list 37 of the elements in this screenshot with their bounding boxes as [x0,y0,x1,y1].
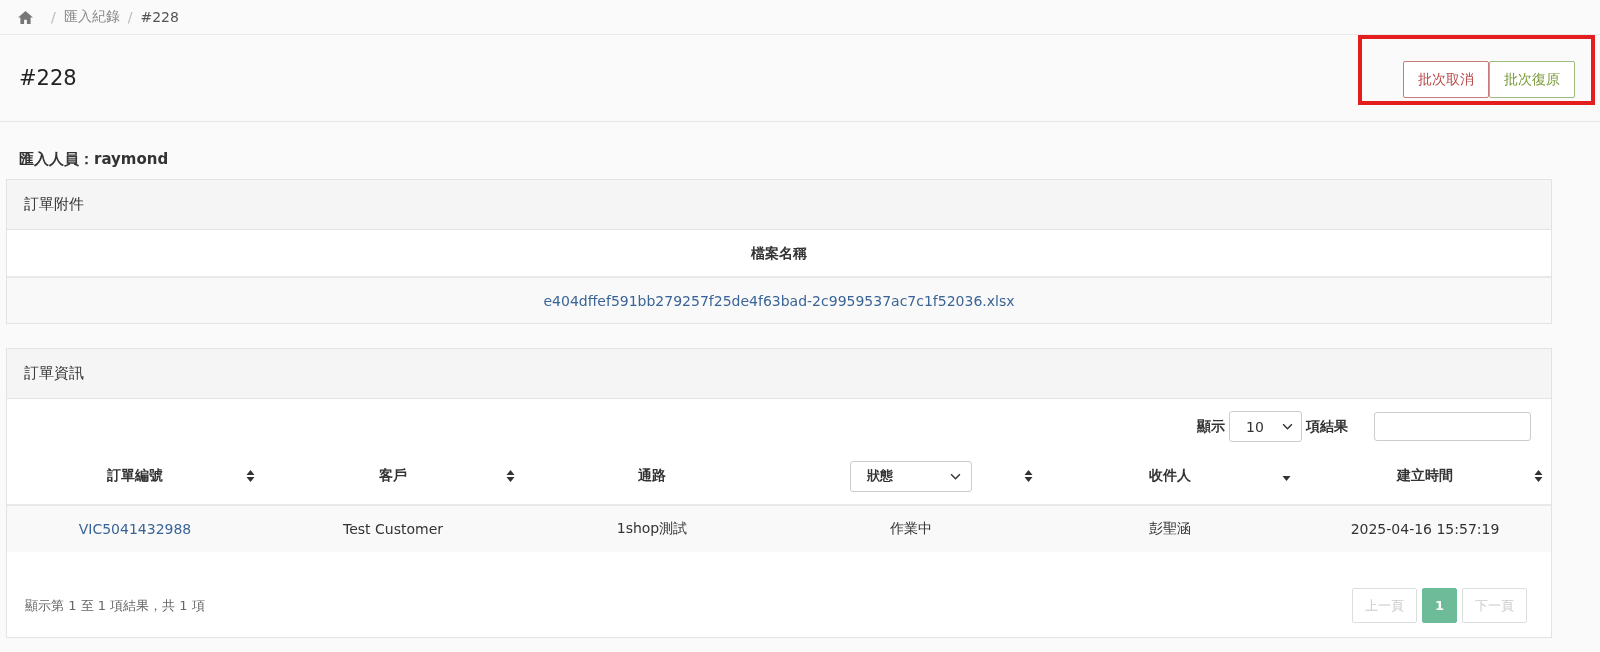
sort-icon[interactable] [246,470,255,482]
sort-descending-icon[interactable] [1282,476,1291,481]
order-link[interactable]: VIC5041432988 [78,521,192,537]
column-header[interactable]: 客戶 [379,467,407,485]
breadcrumb-separator: / [51,9,56,25]
status-filter-select[interactable]: 狀態 [850,460,972,492]
page-length-select[interactable]: 10 [1229,411,1302,442]
breadcrumb-current: #228 [140,9,179,25]
panel-heading: 訂單附件 [7,180,1551,230]
table-cell: 彭聖涵 [1149,520,1191,538]
sort-icon[interactable] [1534,470,1543,482]
importer-label: 匯入人員： [19,150,94,168]
table-cell: 作業中 [890,520,932,538]
page-title: #228 [19,66,77,90]
length-label: 項結果 [1306,417,1348,436]
panel-heading: 訂單資訊 [7,349,1551,399]
importer-name: raymond [94,150,169,168]
sort-icon[interactable] [1024,470,1033,482]
column-header[interactable]: 訂單編號 [107,467,163,485]
action-button[interactable]: 批次取消 [1403,61,1489,98]
chevron-down-icon[interactable] [1282,423,1293,430]
sort-icon[interactable] [506,470,515,482]
file-link[interactable]: e404dffef591bb279257f25de4f63bad-2c9959537ac7c1f52036.xlsx [543,292,1015,309]
breadcrumb-separator: / [127,9,133,25]
breadcrumb-link[interactable]: 匯入紀錄 [63,8,120,26]
column-header[interactable]: 收件人 [1149,467,1191,485]
table-cell: 1shop測試 [616,520,688,538]
action-button[interactable]: 批次復原 [1489,61,1575,98]
length-label: 顯示 [1197,417,1225,436]
column-header[interactable]: 建立時間 [1397,467,1453,485]
chevron-down-icon[interactable] [950,472,961,480]
column-header[interactable]: 通路 [638,467,666,485]
home-icon[interactable] [18,10,33,24]
table-info: 顯示第 1 至 1 項結果，共 1 項 [25,596,205,615]
table-cell: 2025-04-16 15:57:19 [1350,521,1500,537]
search-field[interactable] [1374,412,1531,441]
table-cell: Test Customer [343,521,443,537]
